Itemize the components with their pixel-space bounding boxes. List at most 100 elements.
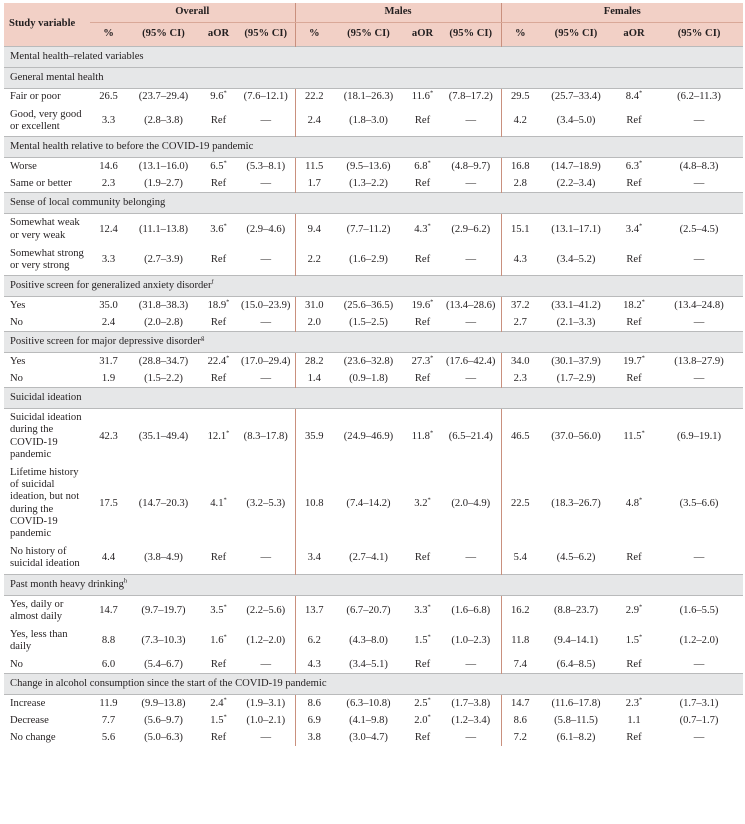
row-label: No	[10, 316, 23, 328]
cell-value: 15.1	[510, 223, 530, 235]
females-percent-cell: 2.3	[500, 370, 540, 388]
cell-value: (2.9–6.2)	[451, 223, 491, 235]
row-label: No history of suicidal ideation	[10, 546, 80, 570]
cell-value: Ref	[210, 177, 227, 189]
females-aor-ci-cell: (3.5–6.6)	[655, 464, 743, 543]
overall-aor-cell: 2.4*	[200, 695, 237, 713]
females-percent-cell: 22.5	[500, 464, 540, 544]
females-ci-cell: (6.4–8.5)	[539, 656, 613, 674]
cell-value: (7.4–14.2)	[346, 497, 391, 509]
cell-value: 3.6	[210, 223, 224, 235]
females-aor-ci-cell: —	[655, 543, 743, 574]
overall-aor-ci-cell: —	[237, 175, 295, 193]
males-aor-cell: 11.6*	[404, 89, 441, 107]
table-row: No change 5.6 (5.0–6.3) Ref — 3.8 (3.0–4.7) Ref…	[4, 729, 743, 747]
cell-value: (1.0–2.3)	[451, 635, 491, 647]
males-ci-cell: (4.1–9.8)	[333, 712, 404, 729]
cell-value: 12.4	[99, 223, 118, 235]
males-percent-cell: 35.9	[294, 408, 333, 465]
females-aor-ci-cell: (0.7–1.7)	[655, 712, 743, 729]
overall-percent-cell: 2.4	[90, 314, 127, 332]
cell-value: —	[465, 658, 477, 670]
cell-value: —	[260, 177, 272, 189]
females-percent-cell: 29.5	[500, 88, 540, 106]
cell-value: (6.9–19.1)	[676, 430, 722, 442]
significance-mark: *	[223, 496, 227, 503]
males-aor-header: aOR	[404, 22, 441, 47]
cell-value: (33.1–41.2)	[551, 299, 601, 311]
females-percent-cell: 37.2	[500, 296, 540, 315]
section-title: Sense of local community belonging	[4, 192, 744, 215]
significance-mark: *	[639, 496, 643, 503]
cell-value: 35.9	[304, 430, 324, 442]
males-aor-cell: 3.2*	[404, 464, 441, 543]
cell-value: (30.1–37.9)	[551, 355, 601, 367]
males-aor-ci-cell: —	[441, 729, 501, 746]
section-title-text: General mental health	[10, 71, 104, 83]
overall-aor-ci-cell: (3.2–5.3)	[237, 464, 295, 543]
cell-value: —	[465, 316, 477, 328]
cell-value: —	[693, 658, 705, 670]
males-aor-ci-cell: —	[441, 106, 501, 137]
overall-ci-cell: (2.7–3.9)	[127, 245, 200, 276]
males-aor-cell: 3.3*	[404, 595, 441, 626]
overall-ci-cell: (7.3–10.3)	[127, 626, 200, 656]
overall-aor-cell: 1.6*	[200, 626, 237, 656]
females-ci-cell: (2.2–3.4)	[539, 175, 613, 193]
cell-value: 2.7	[513, 316, 527, 328]
cell-value: —	[465, 552, 477, 564]
males-ci-cell: (1.6–2.9)	[333, 245, 404, 276]
males-aor-cell: Ref	[404, 543, 441, 574]
row-label: No	[10, 658, 23, 670]
males-aor-cell: Ref	[404, 175, 441, 193]
males-percent-cell: 6.2	[294, 626, 333, 657]
cell-value: (4.5–6.2)	[556, 552, 596, 564]
females-percent-cell: 14.7	[500, 694, 540, 713]
cell-value: 8.4	[625, 91, 640, 103]
females-aor-ci-cell: (6.2–11.3)	[655, 89, 743, 107]
females-aor-cell: 2.3*	[613, 695, 655, 713]
females-ci-header: (95% CI)	[539, 22, 614, 47]
cell-value: (28.8–34.7)	[138, 355, 189, 367]
males-percent-cell: 3.4	[294, 543, 333, 575]
females-aor-cell: Ref	[613, 729, 655, 746]
cell-value: —	[260, 316, 272, 328]
table-row: Fair or poor 26.5 (23.7–29.4) 9.6* (7.6–12.1…	[4, 88, 743, 107]
females-aor-ci-cell: (1.7–3.1)	[655, 695, 743, 713]
section-title-text: Change in alcohol consumption since the …	[10, 678, 327, 690]
cell-value: 42.3	[99, 430, 118, 442]
cell-value: (5.3–8.1)	[246, 160, 286, 172]
cell-value: (2.0–4.9)	[451, 497, 491, 509]
significance-mark: *	[641, 354, 645, 362]
cell-value: 4.2	[513, 115, 527, 127]
overall-aor-ci-cell: —	[237, 314, 295, 332]
row-label: Worse	[10, 160, 37, 172]
males-aor-cell: Ref	[404, 370, 441, 388]
significance-mark: *	[226, 298, 230, 306]
cell-value: 9.4	[307, 223, 321, 235]
males-aor-cell: Ref	[404, 729, 441, 746]
significance-mark: *	[427, 696, 431, 704]
males-percent-cell: 2.4	[294, 106, 333, 137]
overall-aor-cell: Ref	[200, 314, 237, 332]
overall-aor-cell: Ref	[200, 175, 237, 193]
row-label: Good, very good or excellent	[10, 109, 82, 133]
cell-value: 2.5	[414, 697, 428, 709]
cell-value: (4.3–8.0)	[349, 635, 388, 647]
males-ci-cell: (4.3–8.0)	[333, 626, 404, 656]
cell-value: —	[465, 115, 477, 127]
cell-value: 7.4	[513, 658, 527, 670]
row-label: Suicidal ideation during the COVID-19 pa…	[10, 412, 82, 460]
significance-mark: *	[226, 428, 230, 436]
males-percent-header: %	[294, 22, 333, 47]
cell-value: 6.3	[625, 160, 640, 172]
cell-value: Ref	[626, 253, 642, 265]
females-ci-cell: (14.7–18.9)	[539, 158, 613, 176]
males-aor-cell: Ref	[404, 106, 441, 137]
cell-value: 2.0	[307, 316, 321, 328]
males-aor-ci-cell: (1.6–6.8)	[441, 595, 501, 626]
section-title-text: Past month heavy drinking	[10, 578, 124, 590]
females-aor-ci-cell: (1.6–5.5)	[655, 595, 743, 626]
row-label: Fair or poor	[10, 91, 61, 103]
cell-value: (1.9–2.7)	[144, 177, 183, 189]
